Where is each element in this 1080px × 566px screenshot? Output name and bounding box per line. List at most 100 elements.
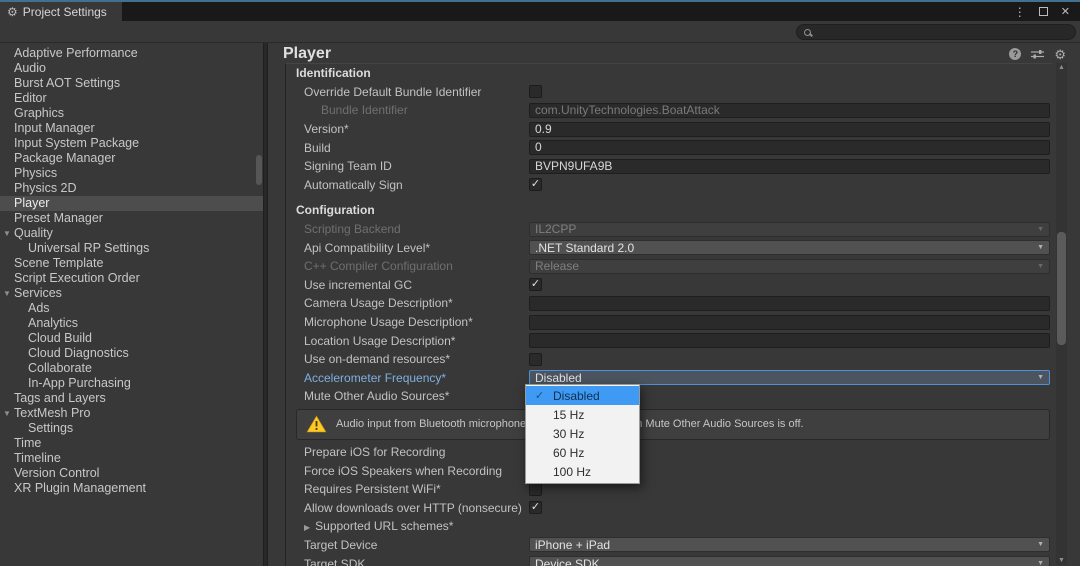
sidebar-item-quality[interactable]: ▼Quality: [0, 226, 263, 241]
dropdown-target-sdk[interactable]: Device SDK▼: [529, 556, 1050, 566]
sidebar-item-analytics[interactable]: Analytics: [0, 316, 263, 331]
sidebar-item-settings[interactable]: Settings: [0, 421, 263, 436]
label-prepare-ios-for-recording: Prepare iOS for Recording: [286, 445, 529, 459]
sidebar-item-label: Settings: [28, 421, 73, 435]
sidebar-item-universal-rp-settings[interactable]: Universal RP Settings: [0, 241, 263, 256]
setting-row-accelerometer-frequency: Accelerometer Frequency*Disabled▼: [286, 369, 1052, 388]
dropdown-option-label: 60 Hz: [553, 446, 584, 460]
dropdown-option-100-hz[interactable]: 100 Hz: [526, 463, 639, 482]
maximize-icon[interactable]: [1039, 7, 1048, 16]
settings-content: IdentificationOverride Default Bundle Id…: [285, 63, 1052, 566]
tab-project-settings[interactable]: ⚙ Project Settings: [0, 2, 122, 21]
sidebar-item-in-app-purchasing[interactable]: In-App Purchasing: [0, 376, 263, 391]
sidebar-item-collaborate[interactable]: Collaborate: [0, 361, 263, 376]
sidebar-item-physics[interactable]: Physics: [0, 166, 263, 181]
scrollbar-thumb[interactable]: [1057, 232, 1066, 345]
setting-row-supported-url-schemes: ▶Supported URL schemes*: [286, 517, 1052, 536]
sidebar-item-graphics[interactable]: Graphics: [0, 106, 263, 121]
sidebar-item-input-system-package[interactable]: Input System Package: [0, 136, 263, 151]
sidebar-item-adaptive-performance[interactable]: Adaptive Performance: [0, 46, 263, 61]
setting-row-camera-usage-description: Camera Usage Description*: [286, 294, 1052, 313]
sidebar-item-textmesh-pro[interactable]: ▼TextMesh Pro: [0, 406, 263, 421]
dropdown-option-30-hz[interactable]: 30 Hz: [526, 424, 639, 443]
project-settings-window: ⚙ Project Settings ⋮ ✕ Adaptive Performa…: [0, 0, 1080, 566]
label-camera-usage-description: Camera Usage Description*: [286, 296, 529, 310]
dropdown-option-15-hz[interactable]: 15 Hz: [526, 405, 639, 424]
sidebar-item-label: Package Manager: [14, 151, 115, 165]
checkbox-automatically-sign[interactable]: ✓: [529, 178, 542, 191]
label-override-default-bundle-identifier: Override Default Bundle Identifier: [286, 85, 529, 99]
sidebar-item-label: Version Control: [14, 466, 99, 480]
setting-row-scripting-backend: Scripting BackendIL2CPP▼: [286, 220, 1052, 239]
sidebar-item-burst-aot-settings[interactable]: Burst AOT Settings: [0, 76, 263, 91]
label-scripting-backend: Scripting Backend: [286, 222, 529, 236]
sidebar-item-label: Analytics: [28, 316, 78, 330]
sidebar-item-audio[interactable]: Audio: [0, 61, 263, 76]
textfield-signing-team-id[interactable]: BVPN9UFA9B: [529, 159, 1050, 174]
sidebar-item-input-manager[interactable]: Input Manager: [0, 121, 263, 136]
sidebar-item-label: Universal RP Settings: [28, 241, 149, 255]
sidebar-item-cloud-diagnostics[interactable]: Cloud Diagnostics: [0, 346, 263, 361]
sidebar-item-cloud-build[interactable]: Cloud Build: [0, 331, 263, 346]
sidebar-item-label: Timeline: [14, 451, 61, 465]
sidebar-item-timeline[interactable]: Timeline: [0, 451, 263, 466]
toolbar: [0, 21, 1080, 43]
checkbox-use-incremental-gc[interactable]: ✓: [529, 278, 542, 291]
sidebar-item-tags-and-layers[interactable]: Tags and Layers: [0, 391, 263, 406]
settings-gear-icon[interactable]: ⚙: [1054, 48, 1066, 61]
textfield-version[interactable]: 0.9: [529, 122, 1050, 137]
sidebar-item-physics-2d[interactable]: Physics 2D: [0, 181, 263, 196]
dropdown-api-compatibility-level[interactable]: .NET Standard 2.0▼: [529, 240, 1050, 255]
textfield-camera-usage-description[interactable]: [529, 296, 1050, 311]
chevron-down-icon: ▼: [3, 406, 11, 421]
sidebar-item-editor[interactable]: Editor: [0, 91, 263, 106]
checkbox-use-on-demand-resources[interactable]: [529, 353, 542, 366]
search-input[interactable]: [816, 26, 1068, 38]
checkbox-override-default-bundle-identifier[interactable]: [529, 85, 542, 98]
dropdown-target-device[interactable]: iPhone + iPad▼: [529, 537, 1050, 552]
sidebar-item-scene-template[interactable]: Scene Template: [0, 256, 263, 271]
foldout-supported-url-schemes[interactable]: ▶Supported URL schemes*: [286, 519, 529, 533]
sidebar-item-ads[interactable]: Ads: [0, 301, 263, 316]
title-bar: ⚙ Project Settings ⋮ ✕: [0, 0, 1080, 21]
textfield-location-usage-description[interactable]: [529, 333, 1050, 348]
sidebar-item-label: Graphics: [14, 106, 64, 120]
help-icon[interactable]: ?: [1009, 48, 1021, 60]
label-allow-downloads-over-http-nonsecure: Allow downloads over HTTP (nonsecure): [286, 501, 529, 515]
sidebar-item-package-manager[interactable]: Package Manager: [0, 151, 263, 166]
foldout-label: Supported URL schemes*: [315, 519, 453, 533]
sidebar-item-label: Input Manager: [14, 121, 95, 135]
dropdown-option-disabled[interactable]: ✓Disabled: [526, 386, 639, 405]
chevron-down-icon: ▼: [1037, 374, 1044, 381]
setting-row-location-usage-description: Location Usage Description*: [286, 331, 1052, 350]
dropdown-option-60-hz[interactable]: 60 Hz: [526, 444, 639, 463]
setting-row-api-compatibility-level: Api Compatibility Level*.NET Standard 2.…: [286, 238, 1052, 257]
setting-row-signing-team-id: Signing Team IDBVPN9UFA9B: [286, 157, 1052, 176]
sidebar-item-time[interactable]: Time: [0, 436, 263, 451]
sidebar-item-label: Player: [14, 196, 49, 210]
checkbox-requires-persistent-wifi[interactable]: [529, 483, 542, 496]
sidebar-item-player[interactable]: Player: [0, 196, 263, 211]
textfield-microphone-usage-description[interactable]: [529, 315, 1050, 330]
sidebar-item-xr-plugin-management[interactable]: XR Plugin Management: [0, 481, 263, 496]
dropdown-option-label: Disabled: [553, 389, 600, 403]
window-menu-icon[interactable]: ⋮: [1014, 5, 1026, 19]
scroll-down-icon[interactable]: ▼: [1056, 557, 1067, 564]
setting-row-requires-persistent-wifi: Requires Persistent WiFi*: [286, 480, 1052, 499]
textfield-build[interactable]: 0: [529, 140, 1050, 155]
label-force-ios-speakers-when-recording: Force iOS Speakers when Recording: [286, 464, 529, 478]
sidebar-item-preset-manager[interactable]: Preset Manager: [0, 211, 263, 226]
sidebar-item-version-control[interactable]: Version Control: [0, 466, 263, 481]
sidebar-item-script-execution-order[interactable]: Script Execution Order: [0, 271, 263, 286]
setting-row-bundle-identifier: Bundle Identifiercom.UnityTechnologies.B…: [286, 101, 1052, 120]
vertical-scrollbar[interactable]: ▲ ▼: [1056, 63, 1067, 565]
scroll-up-icon[interactable]: ▲: [1056, 64, 1067, 71]
preset-icon[interactable]: [1031, 48, 1044, 60]
checkbox-allow-downloads-over-http-nonsecure[interactable]: ✓: [529, 501, 542, 514]
close-icon[interactable]: ✕: [1061, 5, 1070, 18]
sidebar-item-label: TextMesh Pro: [14, 406, 90, 420]
search-box[interactable]: [796, 24, 1076, 40]
dropdown-option-label: 15 Hz: [553, 408, 584, 422]
sidebar-item-services[interactable]: ▼Services: [0, 286, 263, 301]
setting-row-override-default-bundle-identifier: Override Default Bundle Identifier: [286, 83, 1052, 102]
